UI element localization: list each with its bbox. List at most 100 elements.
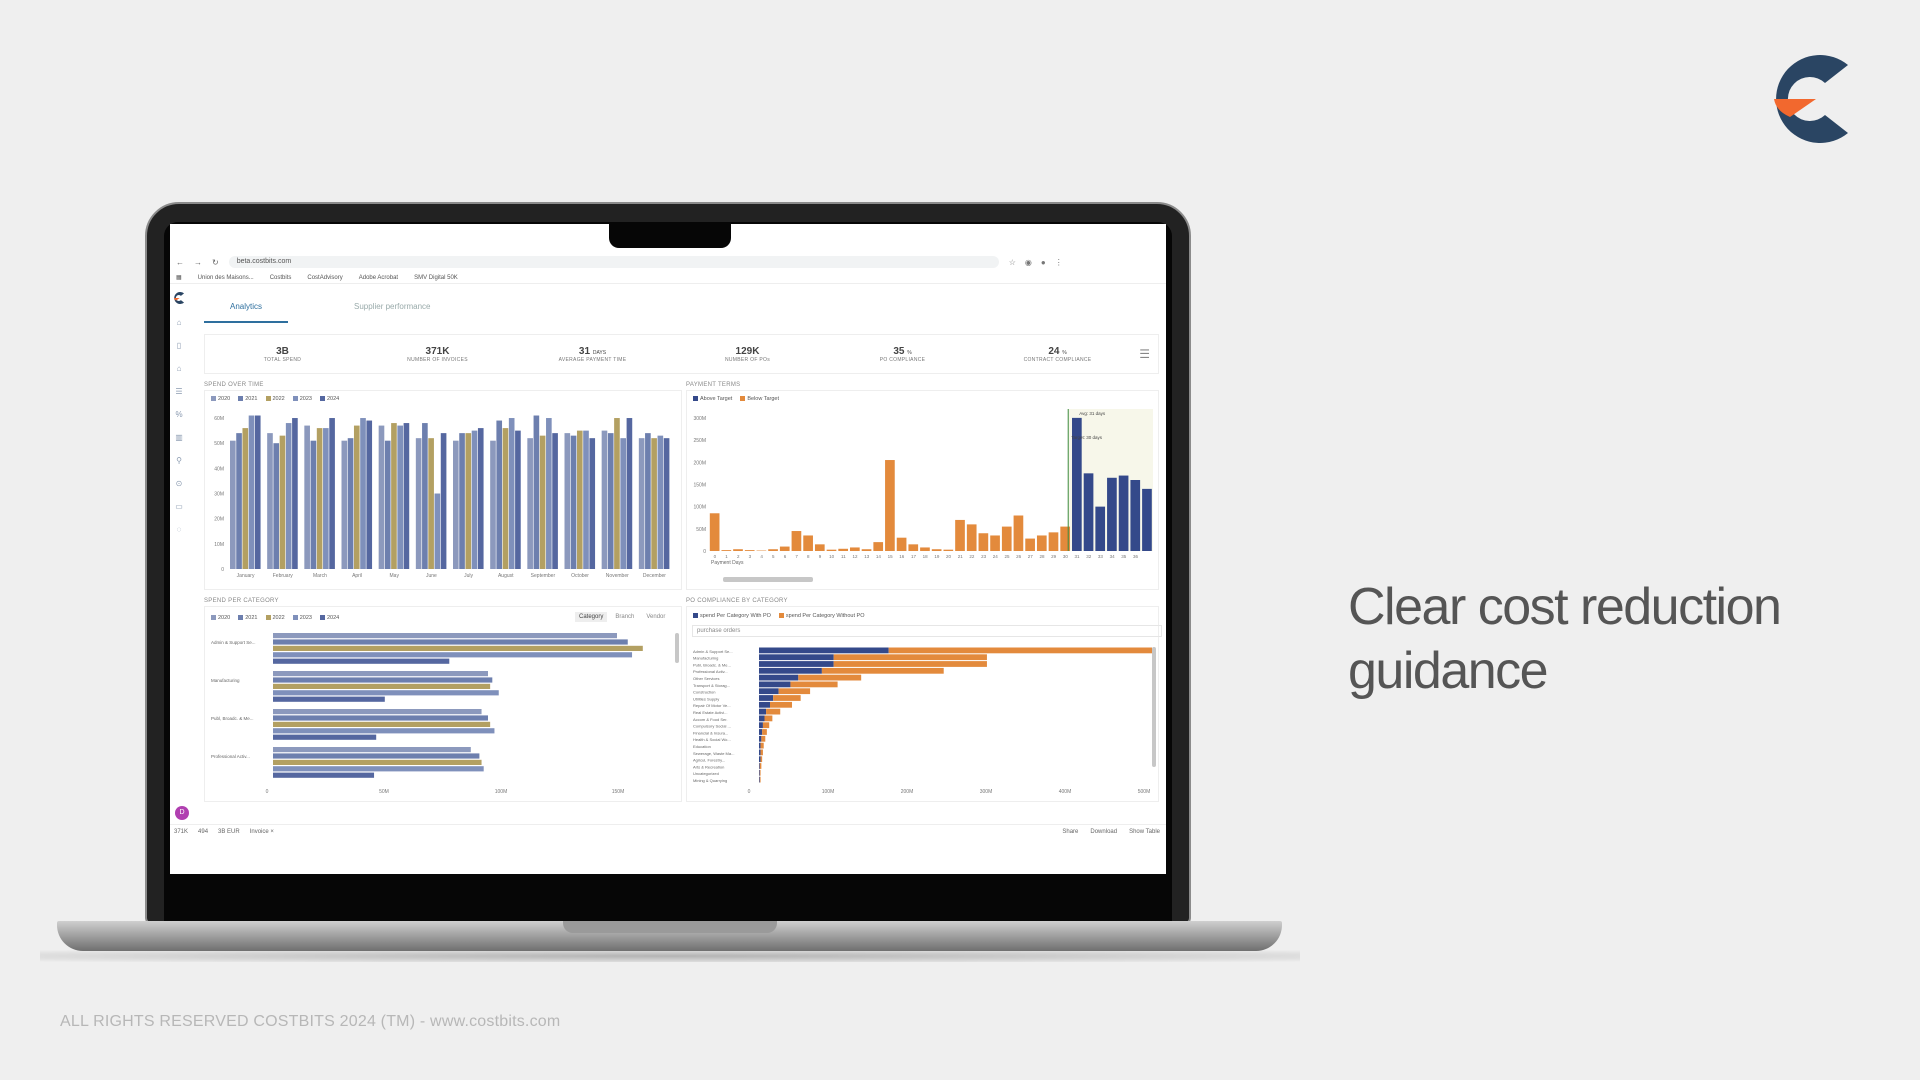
legend-item[interactable]: Below Target (740, 396, 779, 402)
x-tick-label: 14 (876, 554, 882, 559)
x-tick-label: 24 (993, 554, 999, 559)
bar (285, 423, 292, 569)
y-tick-label: 0 (703, 549, 706, 555)
bookmark-item[interactable]: Union des Maisons... (198, 275, 254, 281)
bar (273, 677, 493, 683)
legend-item[interactable]: 2022 (265, 615, 285, 621)
star-icon[interactable]: ☆ (1009, 258, 1016, 267)
metric-dropdown[interactable]: purchase orders (692, 625, 1162, 637)
bar-segment (759, 688, 779, 695)
bar (440, 433, 447, 569)
x-tick-label: 26 (1016, 554, 1022, 559)
show-table-button[interactable]: Show Table (1129, 829, 1160, 835)
bar (459, 433, 465, 569)
folder-icon[interactable]: ▭ (175, 502, 183, 511)
tab-analytics[interactable]: Analytics (204, 302, 289, 323)
legend-swatch (238, 396, 244, 402)
bookmark-item[interactable]: SMV Digital 50K (414, 275, 458, 281)
y-tick-label: Sewerage, Waste Ma... (693, 751, 734, 756)
bar (873, 542, 884, 551)
profile-icon[interactable]: ● (1041, 258, 1046, 267)
avatar[interactable]: D (175, 806, 189, 820)
bar (663, 438, 670, 569)
bar (273, 747, 471, 753)
legend-item[interactable]: 2021 (238, 615, 258, 621)
legend-swatch (292, 396, 298, 402)
bar (397, 425, 403, 569)
invoice-chip[interactable]: Invoice × (250, 829, 274, 835)
y-tick-label: Other Services (693, 676, 719, 681)
bar-segment (790, 681, 838, 688)
apps-icon[interactable]: ▦ (176, 274, 182, 281)
bar-segment (759, 729, 763, 735)
chart-icon[interactable]: ▥ (175, 433, 183, 442)
kpi-pos: 129K NUMBER OF POs (670, 346, 825, 363)
home-icon[interactable]: ⌂ (177, 318, 182, 327)
app-logo-icon[interactable] (173, 292, 185, 304)
legend-item[interactable]: 2023 (292, 615, 312, 621)
bar-segment (759, 715, 765, 722)
legend-item[interactable]: spend Per Category With PO (693, 613, 771, 619)
tab-supplier-performance[interactable]: Supplier performance (328, 302, 456, 323)
filter-icon[interactable]: ⚲ (176, 456, 182, 465)
bar (1118, 475, 1129, 551)
download-button[interactable]: Download (1090, 829, 1117, 835)
hamburger-menu-icon[interactable]: ☰ (1139, 347, 1150, 361)
document-icon[interactable]: ▯ (177, 341, 181, 350)
legend-item[interactable]: 2020 (211, 615, 230, 621)
extension-icon[interactable]: ◉ (1025, 258, 1032, 267)
bar-segment (759, 701, 771, 708)
toggle-vendor[interactable]: Vendor (642, 612, 669, 622)
x-tick-label: 20 (946, 554, 952, 559)
legend-item[interactable]: 2023 (292, 396, 312, 402)
bar (638, 438, 645, 569)
kpi-payment-time: 31 DAYS AVERAGE PAYMENT TIME (515, 346, 670, 363)
kpi-unit: % (1062, 349, 1067, 356)
legend-label: spend Per Category With PO (700, 613, 771, 619)
legend-item[interactable]: Above Target (693, 396, 732, 402)
bookmark-item[interactable]: Adobe Acrobat (359, 275, 398, 281)
bar (744, 550, 755, 551)
laptop-shadow (40, 950, 1300, 962)
bar (273, 683, 491, 689)
reload-icon[interactable]: ↻ (212, 258, 219, 267)
legend-item[interactable]: 2021 (238, 396, 258, 402)
bar (515, 430, 521, 569)
pin-icon[interactable]: ⊙ (176, 479, 183, 488)
x-tick-label: 29 (1051, 554, 1057, 559)
y-tick-label: 150M (693, 482, 706, 488)
tag-icon[interactable]: % (175, 410, 182, 419)
url-field[interactable]: beta.costbits.com (228, 256, 999, 268)
legend-swatch (265, 396, 271, 402)
bar (721, 550, 732, 551)
category-toggle: Category Branch Vendor (575, 612, 669, 622)
bar (508, 418, 515, 569)
back-icon[interactable]: ← (176, 258, 184, 267)
bar (576, 430, 583, 569)
bookmark-item[interactable]: Costbits (270, 275, 292, 281)
legend-label: 2024 (327, 615, 340, 621)
bar (428, 438, 434, 569)
y-tick-label: Repair Of Motor Ve... (693, 703, 731, 708)
legend-item[interactable]: 2024 (320, 396, 339, 402)
legend-item[interactable]: 2024 (320, 615, 339, 621)
bar (273, 715, 488, 721)
more-icon[interactable]: ⋮ (1055, 258, 1063, 267)
panel-title-spend-per-category: SPEND PER CATEGORY (204, 598, 279, 604)
toggle-category[interactable]: Category (575, 612, 608, 622)
bank-icon[interactable]: ⌂ (177, 364, 182, 373)
toggle-branch[interactable]: Branch (611, 612, 638, 622)
legend-item[interactable]: 2020 (211, 396, 230, 402)
legend-item[interactable]: 2022 (265, 396, 285, 402)
chat-icon[interactable]: ◌ (177, 525, 182, 534)
y-tick-label: Manufacturing (693, 656, 718, 661)
bookmark-item[interactable]: CostAdvisory (307, 275, 342, 281)
list-icon[interactable]: ☰ (175, 387, 182, 396)
bar (434, 493, 441, 569)
share-button[interactable]: Share (1062, 829, 1078, 835)
bar (378, 425, 385, 569)
legend-item[interactable]: spend Per Category Without PO (778, 613, 865, 619)
bar (490, 440, 496, 569)
forward-icon[interactable]: → (194, 258, 202, 267)
bar (273, 734, 377, 740)
